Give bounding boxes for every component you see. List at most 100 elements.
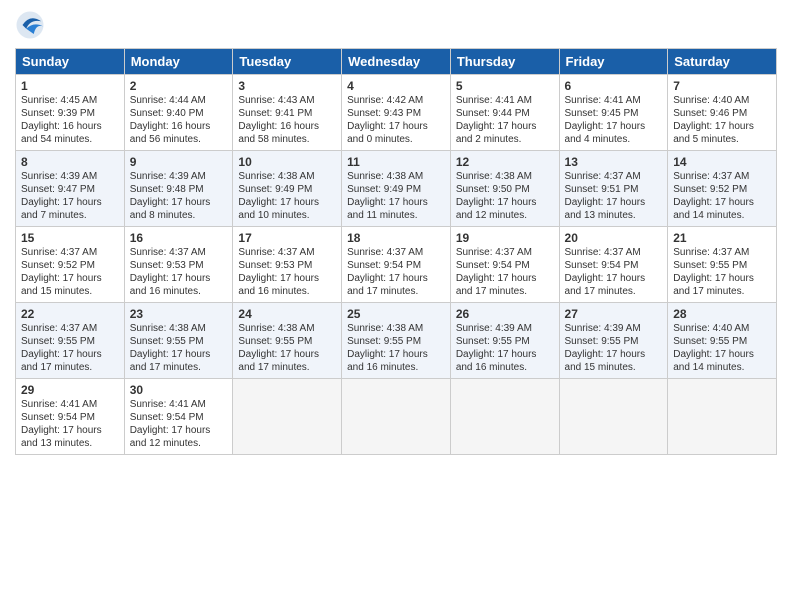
calendar-cell: 7Sunrise: 4:40 AM Sunset: 9:46 PM Daylig… <box>668 75 777 151</box>
calendar-cell: 13Sunrise: 4:37 AM Sunset: 9:51 PM Dayli… <box>559 151 668 227</box>
cell-details: Sunrise: 4:38 AM Sunset: 9:55 PM Dayligh… <box>130 322 228 374</box>
calendar-cell: 29Sunrise: 4:41 AM Sunset: 9:54 PM Dayli… <box>16 379 125 455</box>
cell-details: Sunrise: 4:41 AM Sunset: 9:54 PM Dayligh… <box>130 398 228 450</box>
calendar-cell: 22Sunrise: 4:37 AM Sunset: 9:55 PM Dayli… <box>16 303 125 379</box>
day-number: 19 <box>456 231 554 245</box>
calendar-cell: 1Sunrise: 4:45 AM Sunset: 9:39 PM Daylig… <box>16 75 125 151</box>
cell-details: Sunrise: 4:41 AM Sunset: 9:54 PM Dayligh… <box>21 398 119 450</box>
day-number: 12 <box>456 155 554 169</box>
day-number: 1 <box>21 79 119 93</box>
day-number: 26 <box>456 307 554 321</box>
day-header: Wednesday <box>342 49 451 75</box>
day-header: Thursday <box>450 49 559 75</box>
calendar-cell: 28Sunrise: 4:40 AM Sunset: 9:55 PM Dayli… <box>668 303 777 379</box>
day-number: 17 <box>238 231 336 245</box>
cell-details: Sunrise: 4:38 AM Sunset: 9:55 PM Dayligh… <box>347 322 445 374</box>
calendar-cell: 8Sunrise: 4:39 AM Sunset: 9:47 PM Daylig… <box>16 151 125 227</box>
cell-details: Sunrise: 4:40 AM Sunset: 9:46 PM Dayligh… <box>673 94 771 146</box>
day-number: 27 <box>565 307 663 321</box>
calendar-cell <box>668 379 777 455</box>
calendar-cell: 6Sunrise: 4:41 AM Sunset: 9:45 PM Daylig… <box>559 75 668 151</box>
cell-details: Sunrise: 4:38 AM Sunset: 9:49 PM Dayligh… <box>238 170 336 222</box>
cell-details: Sunrise: 4:37 AM Sunset: 9:55 PM Dayligh… <box>673 246 771 298</box>
day-number: 29 <box>21 383 119 397</box>
day-number: 25 <box>347 307 445 321</box>
cell-details: Sunrise: 4:37 AM Sunset: 9:55 PM Dayligh… <box>21 322 119 374</box>
cell-details: Sunrise: 4:41 AM Sunset: 9:45 PM Dayligh… <box>565 94 663 146</box>
day-number: 8 <box>21 155 119 169</box>
calendar-cell <box>342 379 451 455</box>
cell-details: Sunrise: 4:43 AM Sunset: 9:41 PM Dayligh… <box>238 94 336 146</box>
day-header: Tuesday <box>233 49 342 75</box>
cell-details: Sunrise: 4:39 AM Sunset: 9:55 PM Dayligh… <box>565 322 663 374</box>
day-header: Monday <box>124 49 233 75</box>
cell-details: Sunrise: 4:38 AM Sunset: 9:49 PM Dayligh… <box>347 170 445 222</box>
calendar-cell: 19Sunrise: 4:37 AM Sunset: 9:54 PM Dayli… <box>450 227 559 303</box>
day-number: 28 <box>673 307 771 321</box>
calendar-week-row: 1Sunrise: 4:45 AM Sunset: 9:39 PM Daylig… <box>16 75 777 151</box>
calendar-cell: 20Sunrise: 4:37 AM Sunset: 9:54 PM Dayli… <box>559 227 668 303</box>
day-number: 11 <box>347 155 445 169</box>
day-header: Sunday <box>16 49 125 75</box>
day-number: 4 <box>347 79 445 93</box>
calendar-cell <box>233 379 342 455</box>
day-number: 20 <box>565 231 663 245</box>
cell-details: Sunrise: 4:37 AM Sunset: 9:53 PM Dayligh… <box>130 246 228 298</box>
cell-details: Sunrise: 4:37 AM Sunset: 9:54 PM Dayligh… <box>347 246 445 298</box>
calendar-week-row: 15Sunrise: 4:37 AM Sunset: 9:52 PM Dayli… <box>16 227 777 303</box>
calendar-cell: 30Sunrise: 4:41 AM Sunset: 9:54 PM Dayli… <box>124 379 233 455</box>
cell-details: Sunrise: 4:38 AM Sunset: 9:50 PM Dayligh… <box>456 170 554 222</box>
cell-details: Sunrise: 4:40 AM Sunset: 9:55 PM Dayligh… <box>673 322 771 374</box>
calendar-cell: 17Sunrise: 4:37 AM Sunset: 9:53 PM Dayli… <box>233 227 342 303</box>
calendar-week-row: 8Sunrise: 4:39 AM Sunset: 9:47 PM Daylig… <box>16 151 777 227</box>
cell-details: Sunrise: 4:37 AM Sunset: 9:51 PM Dayligh… <box>565 170 663 222</box>
cell-details: Sunrise: 4:39 AM Sunset: 9:55 PM Dayligh… <box>456 322 554 374</box>
calendar-cell: 24Sunrise: 4:38 AM Sunset: 9:55 PM Dayli… <box>233 303 342 379</box>
cell-details: Sunrise: 4:37 AM Sunset: 9:53 PM Dayligh… <box>238 246 336 298</box>
calendar-cell: 9Sunrise: 4:39 AM Sunset: 9:48 PM Daylig… <box>124 151 233 227</box>
day-number: 30 <box>130 383 228 397</box>
calendar-cell: 26Sunrise: 4:39 AM Sunset: 9:55 PM Dayli… <box>450 303 559 379</box>
day-header: Saturday <box>668 49 777 75</box>
calendar-cell: 3Sunrise: 4:43 AM Sunset: 9:41 PM Daylig… <box>233 75 342 151</box>
logo <box>15 10 49 40</box>
calendar-cell: 10Sunrise: 4:38 AM Sunset: 9:49 PM Dayli… <box>233 151 342 227</box>
cell-details: Sunrise: 4:42 AM Sunset: 9:43 PM Dayligh… <box>347 94 445 146</box>
day-number: 3 <box>238 79 336 93</box>
calendar-cell: 5Sunrise: 4:41 AM Sunset: 9:44 PM Daylig… <box>450 75 559 151</box>
cell-details: Sunrise: 4:41 AM Sunset: 9:44 PM Dayligh… <box>456 94 554 146</box>
day-number: 22 <box>21 307 119 321</box>
day-number: 2 <box>130 79 228 93</box>
day-number: 24 <box>238 307 336 321</box>
cell-details: Sunrise: 4:38 AM Sunset: 9:55 PM Dayligh… <box>238 322 336 374</box>
calendar-cell <box>450 379 559 455</box>
calendar-cell: 25Sunrise: 4:38 AM Sunset: 9:55 PM Dayli… <box>342 303 451 379</box>
day-number: 9 <box>130 155 228 169</box>
calendar-cell: 16Sunrise: 4:37 AM Sunset: 9:53 PM Dayli… <box>124 227 233 303</box>
calendar-cell <box>559 379 668 455</box>
day-number: 16 <box>130 231 228 245</box>
header <box>15 10 777 40</box>
cell-details: Sunrise: 4:37 AM Sunset: 9:54 PM Dayligh… <box>565 246 663 298</box>
calendar-cell: 15Sunrise: 4:37 AM Sunset: 9:52 PM Dayli… <box>16 227 125 303</box>
calendar-cell: 23Sunrise: 4:38 AM Sunset: 9:55 PM Dayli… <box>124 303 233 379</box>
day-number: 14 <box>673 155 771 169</box>
calendar-cell: 2Sunrise: 4:44 AM Sunset: 9:40 PM Daylig… <box>124 75 233 151</box>
header-row: SundayMondayTuesdayWednesdayThursdayFrid… <box>16 49 777 75</box>
logo-icon <box>15 10 45 40</box>
day-number: 5 <box>456 79 554 93</box>
calendar-cell: 18Sunrise: 4:37 AM Sunset: 9:54 PM Dayli… <box>342 227 451 303</box>
calendar-week-row: 22Sunrise: 4:37 AM Sunset: 9:55 PM Dayli… <box>16 303 777 379</box>
calendar-cell: 12Sunrise: 4:38 AM Sunset: 9:50 PM Dayli… <box>450 151 559 227</box>
calendar-week-row: 29Sunrise: 4:41 AM Sunset: 9:54 PM Dayli… <box>16 379 777 455</box>
day-number: 15 <box>21 231 119 245</box>
cell-details: Sunrise: 4:39 AM Sunset: 9:47 PM Dayligh… <box>21 170 119 222</box>
cell-details: Sunrise: 4:37 AM Sunset: 9:54 PM Dayligh… <box>456 246 554 298</box>
day-number: 7 <box>673 79 771 93</box>
calendar-cell: 14Sunrise: 4:37 AM Sunset: 9:52 PM Dayli… <box>668 151 777 227</box>
day-number: 13 <box>565 155 663 169</box>
calendar-cell: 11Sunrise: 4:38 AM Sunset: 9:49 PM Dayli… <box>342 151 451 227</box>
day-number: 10 <box>238 155 336 169</box>
cell-details: Sunrise: 4:45 AM Sunset: 9:39 PM Dayligh… <box>21 94 119 146</box>
day-header: Friday <box>559 49 668 75</box>
